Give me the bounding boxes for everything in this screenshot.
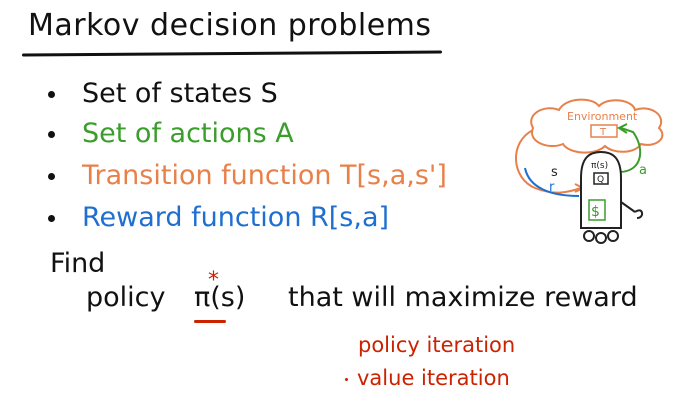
robot-arm	[620, 201, 643, 219]
transition-t-label: T	[599, 127, 607, 138]
robot-wheel-right	[607, 230, 619, 242]
policy-symbol: π(s)	[194, 282, 246, 313]
environment-label: Environment	[567, 110, 638, 123]
title-underline	[21, 50, 443, 57]
state-s-label: s	[551, 165, 558, 180]
action-a-label: a	[639, 163, 647, 178]
policy-word: policy	[86, 282, 166, 313]
robot-wheel-left	[583, 230, 595, 242]
slide: Markov decision problems Set of states S…	[0, 0, 680, 409]
policy-description: that will maximize reward	[288, 282, 638, 313]
bullet-text-actions: Set of actions A	[82, 118, 294, 149]
method-policy-iteration: policy iteration	[358, 333, 516, 357]
find-label: Find	[50, 248, 106, 279]
robot-wheel-middle	[595, 232, 607, 244]
bullet-text-states: Set of states S	[82, 78, 278, 109]
bullet-text-reward: Reward function R[s,a]	[82, 202, 390, 233]
bullet-dot	[48, 131, 55, 138]
method-value-iteration: value iteration	[357, 366, 510, 390]
robot-environment-diagram: Environment T s r a π(s) Q $	[515, 98, 664, 244]
reward-r-label: r	[549, 180, 555, 195]
environment-cloud	[530, 98, 664, 154]
bullet-dot	[48, 215, 55, 222]
robot-q-label: Q	[597, 175, 604, 185]
robot-policy-label: π(s)	[591, 161, 608, 171]
optimal-star: *	[208, 268, 219, 293]
stray-mark	[345, 378, 348, 381]
action-arrow	[618, 127, 642, 173]
page-title: Markov decision problems	[28, 8, 432, 43]
bullet-dot	[48, 91, 55, 98]
bullet-text-transition: Transition function T[s,a,s']	[82, 160, 447, 191]
robot-dollar-label: $	[591, 204, 600, 220]
policy-underline	[194, 320, 226, 323]
bullet-dot	[48, 173, 55, 180]
